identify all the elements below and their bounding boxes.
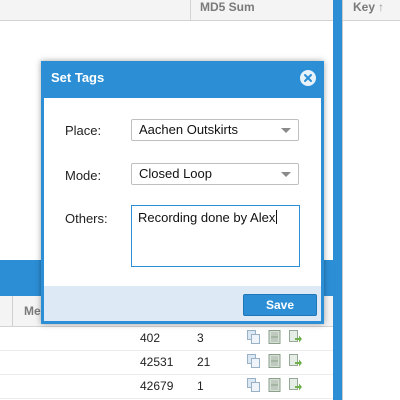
cell-value: 402 (140, 331, 161, 345)
copy-icon[interactable] (247, 378, 260, 392)
place-label: Place: (65, 123, 102, 138)
column-header-me-label: Me (24, 304, 41, 318)
column-header-md5[interactable]: MD5 Sum (190, 0, 333, 20)
splitter-bar[interactable] (333, 0, 342, 400)
others-textarea-value: Recording done by Alex (138, 210, 276, 225)
column-header-key[interactable]: Key ↑ (343, 0, 400, 21)
others-label: Others: (65, 211, 108, 226)
dialog-body: Place: Aachen Outskirts Mode: Closed Loo… (44, 98, 321, 286)
table-row[interactable]: 402 3 (0, 327, 333, 351)
others-textarea[interactable]: Recording done by Alex (131, 205, 300, 267)
side-panel: Key ↑ (342, 0, 400, 400)
film-icon[interactable] (268, 378, 281, 392)
top-grid-header: MD5 Sum (0, 0, 333, 21)
cell-count: 3 (197, 331, 204, 345)
text-cursor (276, 210, 278, 224)
close-icon[interactable] (300, 70, 316, 86)
chevron-down-icon (281, 172, 291, 177)
copy-icon[interactable] (247, 354, 260, 368)
place-select-value: Aachen Outskirts (139, 122, 238, 137)
mode-select[interactable]: Closed Loop (131, 163, 299, 185)
cell-value: 42679 (140, 379, 174, 393)
mode-label: Mode: (65, 168, 102, 183)
cell-count: 21 (197, 355, 211, 369)
film-icon[interactable] (268, 354, 281, 368)
dialog-footer: Save (44, 286, 321, 321)
cell-value: 42531 (140, 355, 174, 369)
chevron-down-icon (281, 128, 291, 133)
export-icon[interactable] (289, 378, 302, 392)
cell-count: 1 (197, 379, 204, 393)
copy-icon[interactable] (247, 330, 260, 344)
export-icon[interactable] (289, 330, 302, 344)
set-tags-dialog: Set Tags Place: Aachen Outskirts Mode: C… (41, 61, 324, 324)
dialog-title: Set Tags (51, 70, 105, 85)
sort-up-arrow-icon[interactable]: ↑ (378, 0, 384, 14)
mode-select-value: Closed Loop (139, 166, 212, 181)
film-icon[interactable] (268, 330, 281, 344)
place-select[interactable]: Aachen Outskirts (131, 119, 299, 141)
column-header-key-label: Key (353, 0, 376, 14)
table-row[interactable]: 42531 21 (0, 351, 333, 375)
bottom-grid-rows: 402 3 42531 21 42679 1 (0, 327, 333, 399)
export-icon[interactable] (289, 354, 302, 368)
column-header-md5-label: MD5 Sum (200, 0, 255, 14)
save-button[interactable]: Save (243, 294, 317, 316)
table-row[interactable]: 42679 1 (0, 375, 333, 399)
